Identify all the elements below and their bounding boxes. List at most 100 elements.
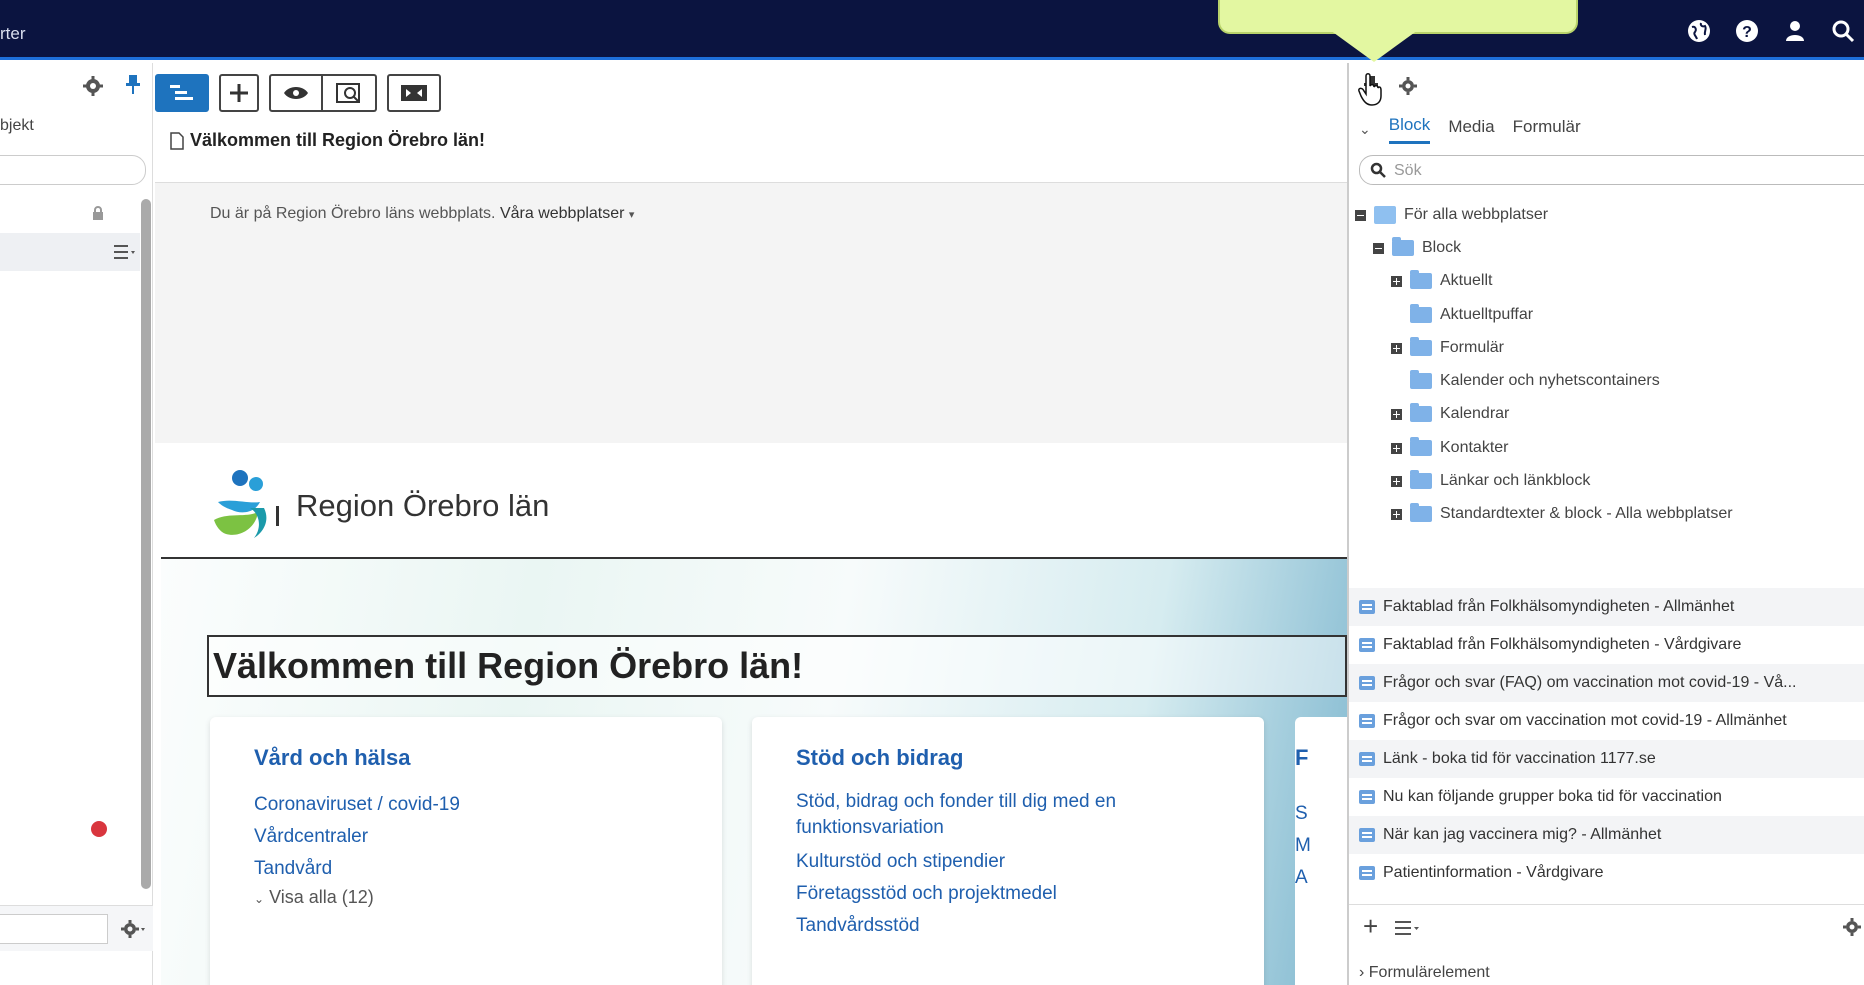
logo[interactable]: Region Örebro län — [210, 468, 549, 544]
card-link[interactable]: Coronaviruset / covid-19 — [254, 789, 722, 821]
tree-row[interactable] — [0, 194, 140, 232]
chevron-down-icon: ▾ — [628, 209, 635, 221]
folder-icon — [1410, 503, 1432, 522]
page-title: Välkommen till Region Örebro län! — [170, 130, 485, 151]
help-icon[interactable]: ? — [1734, 18, 1760, 44]
gear-icon[interactable] — [120, 918, 146, 940]
search-icon[interactable] — [1830, 18, 1856, 44]
tree-node[interactable]: Kalender och nyhetscontainers — [1410, 369, 1660, 393]
top-bar: rter ? — [0, 0, 1864, 60]
collapse-icon[interactable] — [1373, 242, 1384, 254]
chevron-down-icon[interactable]: ⌄ — [1359, 121, 1371, 138]
expand-icon[interactable] — [1391, 408, 1402, 420]
preview-eye-icon — [284, 87, 308, 99]
gear-icon[interactable] — [1397, 75, 1419, 97]
expand-icon[interactable] — [1391, 508, 1402, 520]
tree-node[interactable]: Standardtexter & block - Alla webbplatse… — [1391, 502, 1733, 526]
card-title[interactable]: Stöd och bidrag — [796, 745, 1264, 771]
tree-node-label: Aktuellt — [1440, 272, 1493, 289]
list-item[interactable]: Nu kan följande grupper boka tid för vac… — [1349, 778, 1864, 816]
card-title[interactable]: Vård och hälsa — [254, 745, 722, 771]
tree-node[interactable]: Block — [1373, 236, 1461, 260]
card-link[interactable]: Stöd, bidrag och fonder till dig med en … — [796, 789, 1196, 841]
gear-icon[interactable] — [82, 75, 104, 97]
list-item[interactable]: Patientinformation - Vårdgivare — [1349, 854, 1864, 892]
welcome-heading[interactable]: Välkommen till Region Örebro län! — [207, 635, 1347, 697]
search-icon — [1370, 162, 1386, 178]
page-icon — [170, 131, 184, 150]
card-link[interactable]: Vårdcentraler — [254, 821, 722, 853]
tree-node[interactable]: Aktuelltpuffar — [1410, 303, 1533, 327]
region-logo-icon — [214, 470, 279, 538]
tree-node[interactable]: Aktuellt — [1391, 269, 1492, 293]
list-item[interactable]: Frågor och svar om vaccination mot covid… — [1349, 702, 1864, 740]
expand-icon[interactable] — [1391, 442, 1402, 454]
collapse-icon[interactable] — [1355, 209, 1366, 221]
context-menu-icon[interactable] — [114, 244, 136, 260]
show-all-label: Visa alla (12) — [269, 887, 374, 907]
logo-text: Region Örebro län — [296, 488, 550, 523]
card-link[interactable]: Kulturstöd och stipendier — [796, 846, 1264, 878]
preview-button[interactable] — [269, 74, 323, 112]
form-elements-section[interactable]: › Formulärelement — [1359, 964, 1490, 982]
assets-pane: ⌄ Block Media Formulär Sök För alla webb… — [1347, 63, 1864, 985]
card-link[interactable]: Tandvårdsstöd — [796, 910, 1264, 942]
breadcrumb[interactable]: rter — [0, 24, 26, 44]
warning-icon — [91, 821, 107, 837]
list-item-label: Frågor och svar (FAQ) om vaccination mot… — [1383, 674, 1797, 691]
objects-label: bjekt — [0, 117, 34, 134]
left-pane-footer-field[interactable] — [0, 914, 108, 944]
card-link[interactable]: Företagsstöd och projektmedel — [796, 878, 1264, 910]
show-all-toggle[interactable]: ⌄ Visa alla (12) — [254, 885, 722, 911]
block-icon — [1359, 714, 1375, 728]
expand-icon[interactable] — [1391, 275, 1402, 287]
tree-node[interactable]: För alla webbplatser — [1355, 203, 1548, 227]
list-item[interactable]: När kan jag vaccinera mig? - Allmänhet — [1349, 816, 1864, 854]
list-item[interactable]: Faktablad från Folkhälsomyndigheten - Vå… — [1349, 626, 1864, 664]
user-icon[interactable] — [1782, 18, 1808, 44]
tab-media[interactable]: Media — [1448, 117, 1494, 143]
list-item[interactable]: Faktablad från Folkhälsomyndigheten - Al… — [1349, 588, 1864, 626]
card-link-fragment[interactable]: A — [1295, 867, 1308, 889]
expand-icon[interactable] — [1391, 475, 1402, 487]
add-icon[interactable]: + — [1363, 911, 1378, 942]
list-item-label: Patientinformation - Vårdgivare — [1383, 864, 1604, 881]
expand-icon[interactable] — [1391, 342, 1402, 354]
tree-node[interactable]: Formulär — [1391, 336, 1504, 360]
page-preview: Du är på Region Örebro läns webbplats. V… — [155, 183, 1347, 985]
tab-block[interactable]: Block — [1388, 115, 1431, 144]
block-icon — [1359, 752, 1375, 766]
globe-icon[interactable] — [1686, 18, 1712, 44]
list-item[interactable]: Frågor och svar (FAQ) om vaccination mot… — [1349, 664, 1864, 702]
list-item-label: Faktablad från Folkhälsomyndigheten - Al… — [1383, 598, 1735, 615]
preview-window-button[interactable] — [323, 74, 377, 112]
lock-icon — [92, 206, 104, 220]
list-item[interactable]: Länk - boka tid för vaccination 1177.se — [1349, 740, 1864, 778]
card-link-fragment[interactable]: M — [1295, 835, 1311, 857]
gear-icon[interactable] — [1842, 917, 1862, 937]
card-link[interactable]: Tandvård — [254, 853, 722, 885]
context-menu-icon[interactable] — [1395, 919, 1421, 937]
block-icon — [1359, 828, 1375, 842]
pin-icon[interactable] — [124, 73, 142, 95]
tree-node-label: Standardtexter & block - Alla webbplatse… — [1440, 505, 1733, 522]
tree-toggle-icon — [170, 85, 193, 100]
tree-node[interactable]: Länkar och länkblock — [1391, 469, 1590, 493]
scrollbar[interactable] — [141, 199, 151, 889]
compare-button[interactable] — [387, 74, 441, 112]
left-pane-footer — [0, 905, 153, 951]
card-link-fragment[interactable]: S — [1295, 803, 1308, 825]
card-title-fragment[interactable]: F — [1295, 745, 1308, 771]
tree-toggle-button[interactable] — [155, 74, 209, 112]
tree-node[interactable]: Kontakter — [1391, 436, 1508, 460]
folder-icon — [1410, 437, 1432, 456]
block-icon — [1359, 638, 1375, 652]
tree-search-input[interactable] — [0, 155, 146, 185]
tab-formular[interactable]: Formulär — [1513, 117, 1581, 143]
tree-node[interactable]: Kalendrar — [1391, 402, 1509, 426]
add-button[interactable] — [219, 74, 259, 112]
chevron-down-icon: ⌄ — [254, 892, 265, 906]
folder-icon — [1410, 270, 1432, 289]
asset-search-input[interactable]: Sök — [1359, 155, 1864, 185]
our-websites-link[interactable]: Våra webbplatser — [500, 205, 625, 222]
